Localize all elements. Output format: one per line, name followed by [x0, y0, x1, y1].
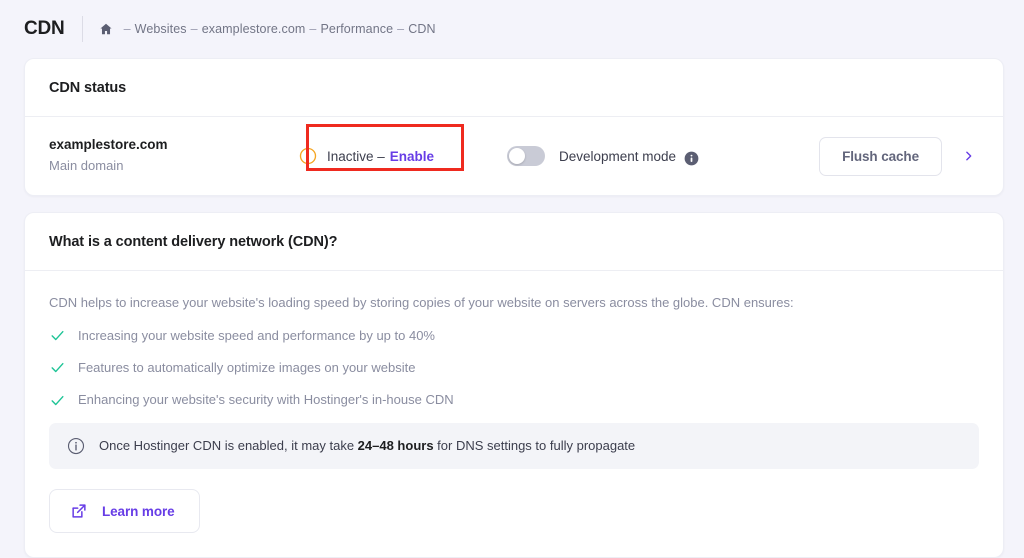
notice-text: Once Hostinger CDN is enabled, it may ta…	[99, 437, 635, 455]
cdn-intro-text: CDN helps to increase your website's loa…	[49, 293, 979, 313]
list-item-label: Features to automatically optimize image…	[78, 359, 415, 377]
development-mode-toggle[interactable]	[507, 146, 545, 166]
home-icon[interactable]	[99, 22, 113, 36]
enable-cdn-link[interactable]: Enable	[390, 149, 434, 164]
cdn-info-body: CDN helps to increase your website's loa…	[25, 271, 1003, 557]
breadcrumb-separator-1: –	[191, 22, 198, 36]
learn-more-label: Learn more	[102, 504, 175, 519]
cdn-status-row: examplestore.com Main domain Inactive – …	[25, 117, 1003, 195]
cdn-status-indicator: Inactive – Enable	[299, 147, 469, 165]
dns-propagation-notice: Once Hostinger CDN is enabled, it may ta…	[49, 423, 979, 469]
status-label: Inactive –	[327, 149, 385, 164]
info-circle-outline-icon	[67, 437, 85, 455]
flush-cache-button[interactable]: Flush cache	[819, 137, 942, 176]
domain-subtitle: Main domain	[49, 156, 299, 177]
toggle-knob	[509, 148, 525, 164]
cdn-info-title: What is a content delivery network (CDN)…	[25, 213, 1003, 271]
list-item: Enhancing your website's security with H…	[49, 391, 979, 409]
info-circle-icon[interactable]	[684, 151, 699, 166]
chevron-right-icon[interactable]	[962, 148, 975, 164]
check-icon	[49, 392, 66, 409]
breadcrumb-separator-3: –	[397, 22, 404, 36]
breadcrumb-item-websites[interactable]: Websites	[135, 22, 187, 36]
warning-circle-icon	[299, 147, 317, 165]
list-item: Features to automatically optimize image…	[49, 359, 979, 377]
breadcrumb-item-performance[interactable]: Performance	[320, 22, 393, 36]
cdn-status-title: CDN status	[25, 59, 1003, 117]
notice-text-after: for DNS settings to fully propagate	[434, 438, 636, 453]
list-item-label: Enhancing your website's security with H…	[78, 391, 454, 409]
domain-name: examplestore.com	[49, 135, 299, 155]
status-row-actions: Flush cache	[819, 137, 983, 176]
check-icon	[49, 327, 66, 344]
breadcrumb-item-cdn[interactable]: CDN	[408, 22, 435, 36]
cdn-info-card: What is a content delivery network (CDN)…	[24, 212, 1004, 558]
cdn-page: CDN – Websites – examplestore.com – Perf…	[0, 0, 1024, 510]
development-mode-control: Development mode	[507, 146, 767, 166]
page-title: CDN	[24, 18, 82, 40]
breadcrumb: – Websites – examplestore.com – Performa…	[99, 22, 436, 36]
domain-info: examplestore.com Main domain	[49, 135, 299, 177]
breadcrumb-separator-2: –	[309, 22, 316, 36]
list-item-label: Increasing your website speed and perfor…	[78, 327, 435, 345]
development-mode-label: Development mode	[559, 149, 676, 164]
external-link-icon	[70, 502, 88, 520]
notice-text-highlight: 24–48 hours	[358, 438, 434, 453]
check-icon	[49, 359, 66, 376]
list-item: Increasing your website speed and perfor…	[49, 327, 979, 345]
breadcrumb-item-examplestore[interactable]: examplestore.com	[202, 22, 306, 36]
page-header: CDN – Websites – examplestore.com – Perf…	[0, 0, 1024, 58]
learn-more-button[interactable]: Learn more	[49, 489, 200, 533]
breadcrumb-separator-0: –	[124, 22, 131, 36]
cdn-status-card: CDN status examplestore.com Main domain …	[24, 58, 1004, 196]
notice-text-before: Once Hostinger CDN is enabled, it may ta…	[99, 438, 358, 453]
header-divider	[82, 16, 83, 42]
